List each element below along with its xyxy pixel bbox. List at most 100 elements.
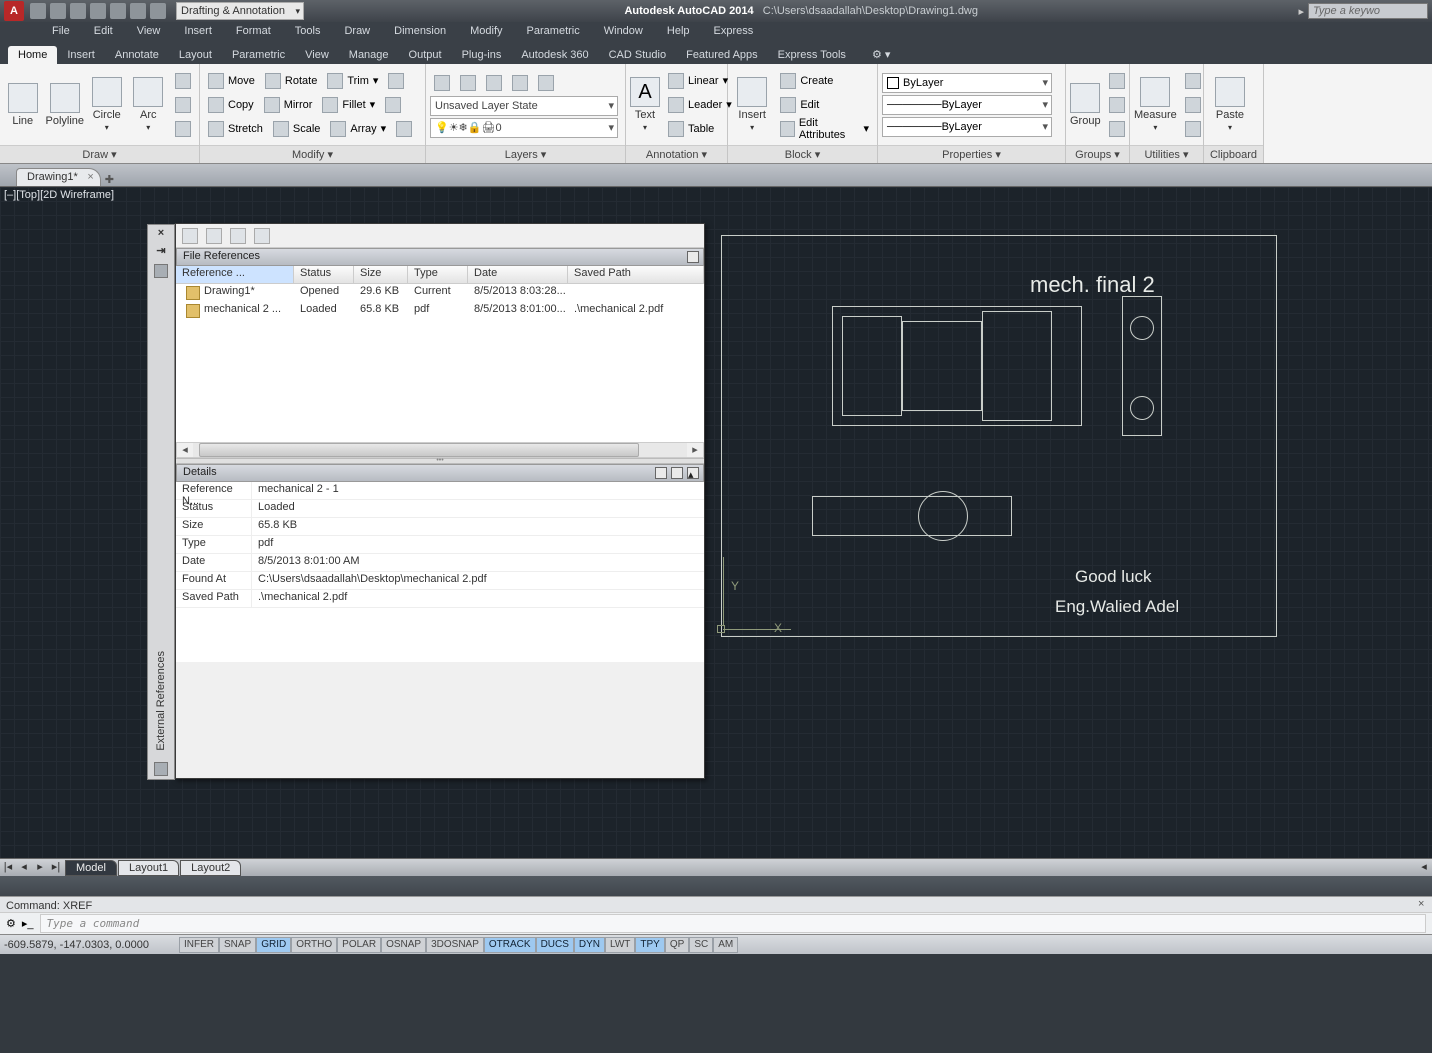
menu-parametric[interactable]: Parametric [515,22,592,44]
table-header[interactable]: Reference ... Status Size Type Date Save… [176,266,704,284]
pdf-underlay-frame[interactable] [721,235,1277,637]
stretch-button[interactable]: Stretch [204,118,267,140]
panel-title-annotation[interactable]: Annotation ▾ [626,145,727,163]
cmd-close-icon[interactable]: × [1418,898,1428,910]
lineweight-dropdown[interactable]: ─────── ByLayer [882,95,1052,115]
info-icon[interactable]: ▸ [1298,5,1304,18]
ribbon-settings-icon[interactable]: ⚙ ▾ [862,45,900,64]
menu-window[interactable]: Window [592,22,655,44]
palette-side-bar[interactable]: × ⇥ External References [147,224,175,780]
mod-ico3[interactable] [392,118,416,140]
doc-tab-drawing1[interactable]: Drawing1*× [16,168,101,186]
toggle-otrack[interactable]: OTRACK [484,937,536,953]
ribbon-tab-parametric[interactable]: Parametric [222,46,295,64]
table-row[interactable]: mechanical 2 ...Loaded65.8 KBpdf8/5/2013… [176,302,704,320]
draw-extra2[interactable] [171,94,195,116]
toggle-ortho[interactable]: ORTHO [291,937,337,953]
layer-ico5[interactable] [534,72,558,94]
menu-format[interactable]: Format [224,22,283,44]
tab-next-icon[interactable]: ▸ [32,860,48,876]
details-view2-icon[interactable] [671,467,683,479]
color-dropdown[interactable]: ByLayer [882,73,1052,93]
menu-insert[interactable]: Insert [172,22,224,44]
coordinates-display[interactable]: -609.5879, -147.0303, 0.0000 [4,939,179,951]
col-date[interactable]: Date [468,266,568,283]
toggle-dyn[interactable]: DYN [574,937,605,953]
command-line[interactable]: ⚙ ▸_ Type a command [0,912,1432,934]
text-button[interactable]: AText▾ [630,67,660,143]
palette-close-icon[interactable]: × [154,227,168,241]
app-logo-icon[interactable]: A [4,1,24,21]
toggle-osnap[interactable]: OSNAP [381,937,426,953]
tab-last-icon[interactable]: ▸| [48,860,64,876]
linetype-dropdown[interactable]: ─────── ByLayer [882,117,1052,137]
ribbon-tab-autodesk360[interactable]: Autodesk 360 [511,46,598,64]
ribbon-tab-plug-ins[interactable]: Plug-ins [452,46,512,64]
ribbon-tab-cadstudio[interactable]: CAD Studio [599,46,676,64]
layer-ico4[interactable] [508,72,532,94]
ribbon-tab-annotate[interactable]: Annotate [105,46,169,64]
palette-autohide-icon[interactable]: ⇥ [154,245,168,259]
attach-icon[interactable] [182,228,198,244]
panel-title-block[interactable]: Block ▾ [728,145,877,163]
menu-file[interactable]: File [40,22,82,44]
workspace-dropdown[interactable]: Drafting & Annotation [176,2,304,20]
edit-button[interactable]: Edit [776,94,873,116]
table-row[interactable]: Drawing1*Opened29.6 KBCurrent8/5/2013 8:… [176,284,704,302]
toggle-am[interactable]: AM [713,937,738,953]
toggle-ducs[interactable]: DUCS [536,937,574,953]
layer-ico2[interactable] [456,72,480,94]
tab-first-icon[interactable]: |◂ [0,860,16,876]
menu-tools[interactable]: Tools [283,22,333,44]
panel-title-layers[interactable]: Layers ▾ [426,145,625,163]
panel-title-groups[interactable]: Groups ▾ [1066,145,1129,163]
file-references-header[interactable]: File References [176,248,704,266]
polyline-button[interactable]: Polyline [45,67,84,143]
table-button[interactable]: Table [664,118,736,140]
new-icon[interactable] [30,3,46,19]
palette-menu-icon[interactable] [154,264,168,278]
ribbon-tab-home[interactable]: Home [8,46,57,64]
ribbon-tab-view[interactable]: View [295,46,339,64]
close-icon[interactable]: × [87,171,93,183]
tab-prev-icon[interactable]: ◂ [16,860,32,876]
toggle-snap[interactable]: SNAP [219,937,256,953]
collapse-icon[interactable]: ▴ [687,467,699,479]
saveas-icon[interactable] [90,3,106,19]
paste-button[interactable]: Paste▾ [1208,67,1252,143]
tab-layout2[interactable]: Layout2 [180,860,241,876]
mod-ico2[interactable] [381,94,405,116]
menu-edit[interactable]: Edit [82,22,125,44]
col-savedpath[interactable]: Saved Path [568,266,704,283]
draw-extra1[interactable] [171,70,195,92]
draw-extra3[interactable] [171,118,195,140]
tab-layout1[interactable]: Layout1 [118,860,179,876]
toggle-tpy[interactable]: TPY [635,937,664,953]
scale-button[interactable]: Scale [269,118,325,140]
util3[interactable] [1181,118,1205,140]
toggle-infer[interactable]: INFER [179,937,219,953]
ribbon-tab-expresstools[interactable]: Express Tools [768,46,856,64]
circle-button[interactable]: Circle▾ [88,67,125,143]
scroll-left-icon[interactable]: ◂ [1416,860,1432,876]
grp1[interactable] [1105,70,1129,92]
ribbon-tab-manage[interactable]: Manage [339,46,399,64]
save-icon[interactable] [70,3,86,19]
line-button[interactable]: Line [4,67,41,143]
horizontal-scrollbar[interactable]: ◂▸ [176,442,704,458]
util1[interactable] [1181,70,1205,92]
toggle-lwt[interactable]: LWT [605,937,635,953]
col-type[interactable]: Type [408,266,468,283]
util2[interactable] [1181,94,1205,116]
panel-title-properties[interactable]: Properties ▾ [878,145,1065,163]
panel-title-draw[interactable]: Draw ▾ [0,145,199,163]
open-icon[interactable] [50,3,66,19]
redo-icon[interactable] [150,3,166,19]
layer-ico1[interactable] [430,72,454,94]
editattr-button[interactable]: Edit Attributes ▾ [776,118,873,140]
create-button[interactable]: Create [776,70,873,92]
menu-draw[interactable]: Draw [332,22,382,44]
mod-ico1[interactable] [384,70,408,92]
menu-express[interactable]: Express [702,22,766,44]
rotate-button[interactable]: Rotate [261,70,321,92]
